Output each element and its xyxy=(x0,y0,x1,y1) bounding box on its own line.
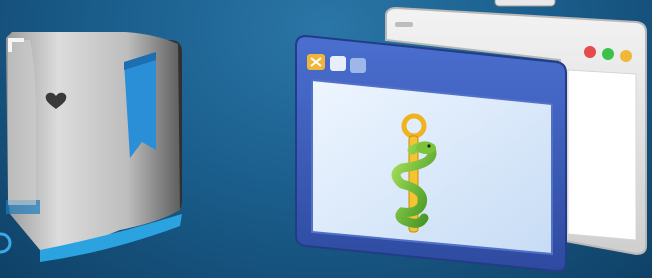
close-dot-icon xyxy=(584,46,596,58)
top-tab-shape xyxy=(494,0,556,7)
illustration-canvas xyxy=(0,0,652,278)
illustration-svg xyxy=(0,0,647,273)
maximize-dot-icon xyxy=(602,48,614,60)
folder-icon xyxy=(6,32,182,262)
window-page-icon xyxy=(330,56,346,71)
window-tab-icon xyxy=(350,58,366,73)
window-screen xyxy=(311,78,553,256)
circle-indicator-icon xyxy=(0,232,12,254)
minimize-dot-icon xyxy=(620,50,632,62)
